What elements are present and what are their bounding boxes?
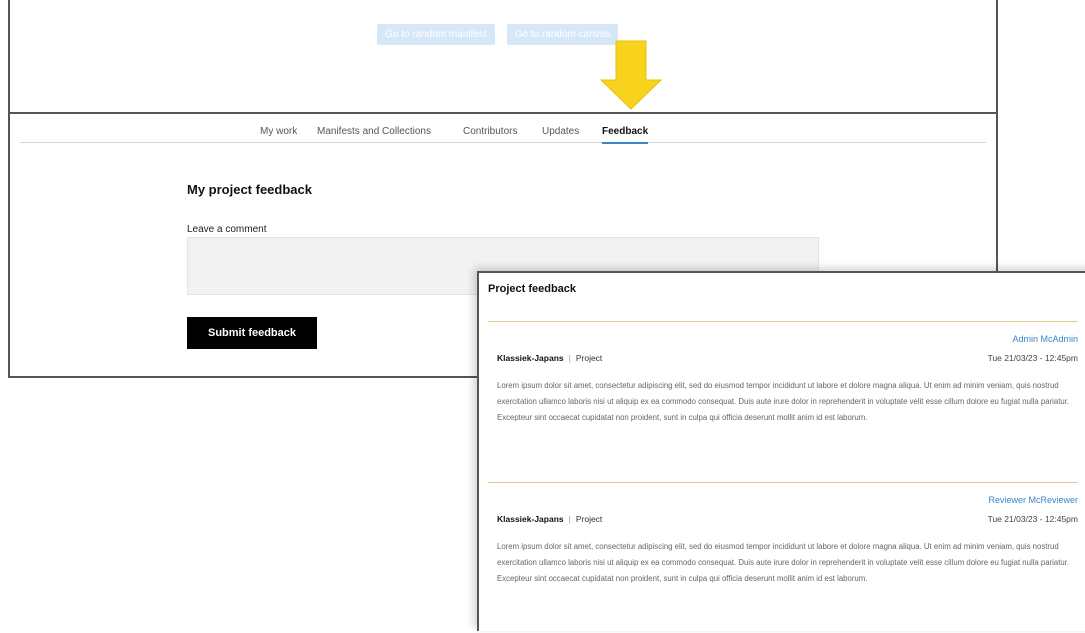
nav-item-my-work[interactable]: My work bbox=[260, 126, 297, 137]
feedback-type: Project bbox=[575, 353, 603, 363]
panel-title: Project feedback bbox=[488, 283, 577, 295]
meta-separator: | bbox=[568, 353, 571, 363]
feedback-item: Reviewer McReviewer Klassiek-Japans | Proj… bbox=[488, 482, 1078, 633]
project-nav: My work Manifests and Collections Contri… bbox=[20, 114, 986, 144]
project-feedback-panel: Project feedback Admin McAdmin Klassiek-… bbox=[477, 271, 1085, 631]
nav-item-contributors[interactable]: Contributors bbox=[463, 126, 517, 137]
nav-item-updates[interactable]: Updates bbox=[542, 126, 579, 137]
feedback-project-name: Klassiek-Japans bbox=[497, 353, 564, 363]
arrow-down-icon bbox=[600, 40, 662, 110]
feedback-type: Project bbox=[575, 514, 603, 524]
nav-item-feedback[interactable]: Feedback bbox=[602, 126, 649, 144]
feedback-author-link[interactable]: Admin McAdmin bbox=[1012, 334, 1078, 344]
feedback-body: Lorem ipsum dolor sit amet, consectetur … bbox=[497, 542, 1070, 583]
top-window: Go to random manifest Go to random canva… bbox=[8, 0, 998, 114]
nav-item-manifests-collections[interactable]: Manifests and Collections bbox=[317, 126, 431, 137]
feedback-body: Lorem ipsum dolor sit amet, consectetur … bbox=[497, 381, 1070, 422]
random-buttons-group: Go to random manifest Go to random canva… bbox=[377, 24, 619, 45]
random-manifest-button[interactable]: Go to random manifest bbox=[377, 24, 495, 45]
feedback-item: Admin McAdmin Klassiek-Japans | Project Tu… bbox=[488, 321, 1078, 472]
meta-separator: | bbox=[568, 514, 571, 524]
comment-label: Leave a comment bbox=[187, 224, 267, 235]
feedback-project-name: Klassiek-Japans bbox=[497, 514, 564, 524]
feedback-meta: Klassiek-Japans | Project bbox=[497, 353, 602, 363]
feedback-date: Tue 21/03/23 - 12:45pm bbox=[987, 353, 1078, 363]
page-title: My project feedback bbox=[187, 182, 312, 197]
submit-feedback-button[interactable]: Submit feedback bbox=[187, 317, 317, 349]
feedback-meta: Klassiek-Japans | Project bbox=[497, 514, 602, 524]
feedback-date: Tue 21/03/23 - 12:45pm bbox=[987, 514, 1078, 524]
feedback-author-link[interactable]: Reviewer McReviewer bbox=[988, 495, 1078, 505]
